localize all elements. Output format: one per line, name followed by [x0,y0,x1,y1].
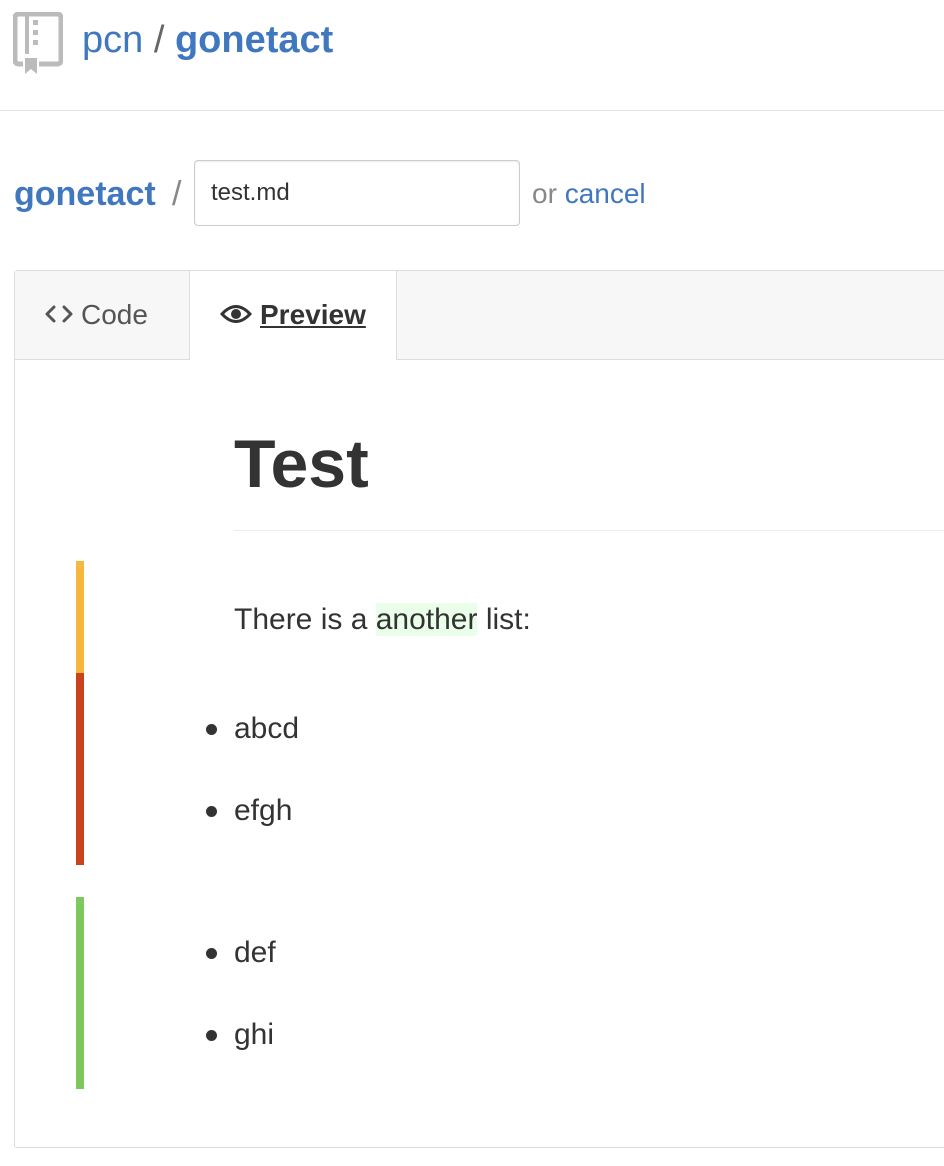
diff-marker-changed [76,561,84,673]
title-separator: / [153,19,165,61]
repo-link[interactable]: gonetact [175,19,333,61]
list-item: ghi [206,1015,276,1097]
added-word: another [375,603,478,636]
cancel-link[interactable]: cancel [565,178,646,209]
editor-tabs: Code Preview [15,271,944,360]
breadcrumb-root-link[interactable]: gonetact [14,170,156,218]
breadcrumb-separator: / [172,175,182,213]
bullet-icon [206,948,217,959]
file-path-row: gonetact / or cancel [14,160,944,228]
diff-marker-removed [76,673,84,865]
bullet-icon [206,806,217,817]
diff-marker-added [76,897,84,1089]
tab-code-label: Code [81,299,148,330]
eye-icon [219,304,253,323]
removed-list: abcd efgh [206,709,300,873]
tab-code[interactable]: Code [15,271,190,359]
list-item-text: def [234,936,276,969]
bullet-icon [206,1030,217,1041]
repo-icon [12,11,64,81]
document-heading: Test [234,422,944,531]
list-item: efgh [206,791,299,873]
tab-preview-label: Preview [260,299,366,330]
list-item-text: abcd [234,712,300,745]
preview-pane: Test There is a another list: abcd efgh … [15,360,944,1147]
list-item: def [206,933,276,1015]
code-icon [45,305,73,323]
bullet-icon [206,724,217,735]
repo-title: pcn / gonetact [82,14,333,66]
or-cancel: or cancel [532,176,646,212]
paragraph-text: There is a [234,603,376,636]
list-item-text: ghi [234,1018,275,1051]
owner-link[interactable]: pcn [82,19,143,61]
list-item-text: efgh [234,794,293,827]
list-item: abcd [206,709,300,791]
repo-header: pcn / gonetact [0,0,944,111]
filename-input[interactable] [194,160,520,226]
file-editor: Code Preview Test There is a another lis… [14,270,944,1148]
paragraph-text-end: list: [477,603,531,636]
paragraph: There is a another list: [234,600,531,640]
added-list: def ghi [206,933,276,1097]
or-text: or [532,178,557,209]
tab-preview[interactable]: Preview [190,271,397,360]
